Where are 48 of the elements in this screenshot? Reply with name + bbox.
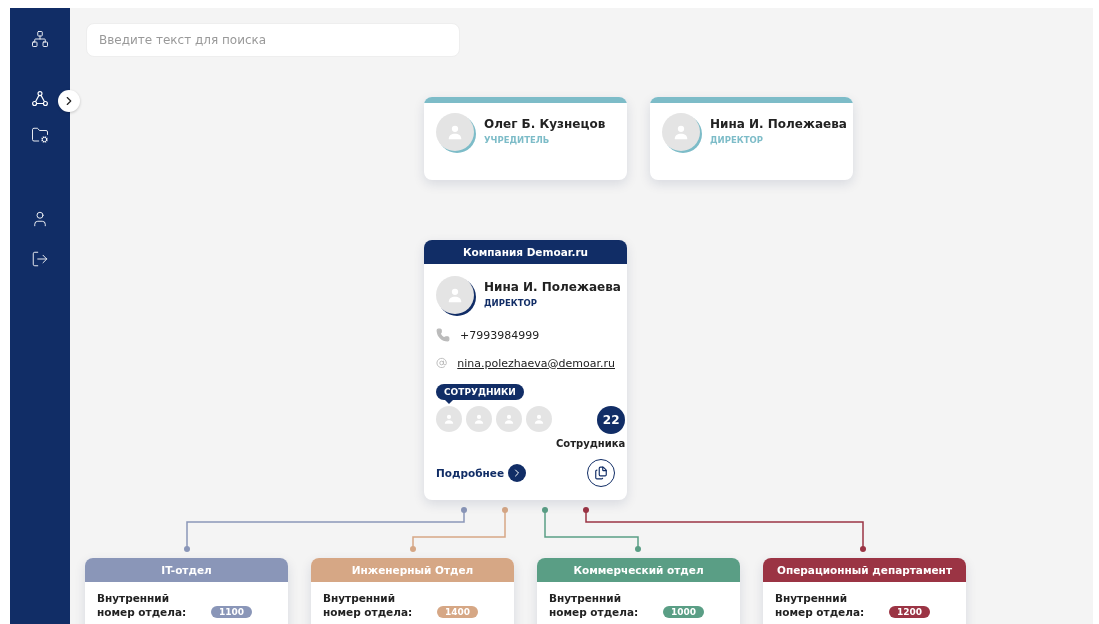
email-link[interactable]: nina.polezhaeva@demoar.ru: [457, 356, 615, 370]
employee-count: 22: [597, 406, 626, 434]
department-title: IT-отдел: [85, 558, 288, 582]
documents-button[interactable]: [587, 459, 615, 487]
extension-number: 1100: [211, 606, 253, 618]
nodes-icon: [31, 90, 49, 108]
department-card[interactable]: Операционный департамент Внутренний номер отдела: 1200: [763, 558, 966, 624]
more-link[interactable]: Подробнее: [436, 464, 527, 482]
person-icon: [446, 286, 464, 304]
person-icon: [503, 413, 515, 425]
department-card[interactable]: IT-отдел Внутренний номер отдела: 1100: [85, 558, 288, 624]
person-role: ДИРЕКТОР: [484, 298, 538, 308]
person-icon: [672, 123, 690, 141]
department-card[interactable]: Коммерческий отдел Внутренний номер отдела: 1000: [537, 558, 740, 624]
person-icon: [446, 123, 464, 141]
org-chart-icon[interactable]: [31, 30, 49, 48]
extension-number: 1400: [437, 606, 479, 618]
search-field[interactable]: Введите текст для поиска: [86, 23, 460, 57]
user-icon[interactable]: [31, 210, 49, 228]
extension-label: Внутренний номер отдела:: [97, 591, 188, 619]
person-name: Олег Б. Кузнецов: [484, 117, 606, 131]
department-card[interactable]: Инженерный Отдел Внутренний номер отдела: 1400: [311, 558, 514, 624]
person-card[interactable]: Нина И. Полежаева ДИРЕКТОР: [650, 97, 853, 180]
phone-number: +7993984999: [460, 328, 540, 342]
extension-label: Внутренний номер отдела:: [323, 591, 414, 619]
expand-button[interactable]: [58, 90, 80, 112]
person-icon: [473, 413, 485, 425]
company-title: Компания Demoar.ru: [424, 240, 627, 264]
phone-icon: [436, 328, 450, 342]
extension-number: 1200: [889, 606, 931, 618]
extension-number: 1000: [663, 606, 705, 618]
person-name: Нина И. Полежаева: [710, 117, 847, 131]
folder-icon[interactable]: [31, 126, 49, 144]
person-card[interactable]: Олег Б. Кузнецов УЧРЕДИТЕЛЬ: [424, 97, 627, 180]
person-icon: [533, 413, 545, 425]
extension-label: Внутренний номер отдела:: [775, 591, 866, 619]
extension-label: Внутренний номер отдела:: [549, 591, 640, 619]
person-role: ДИРЕКТОР: [710, 135, 764, 145]
person-icon: [443, 413, 455, 425]
person-name: Нина И. Полежаева: [484, 280, 621, 294]
email-icon: [436, 356, 448, 370]
documents-icon: [594, 466, 608, 480]
person-role: УЧРЕДИТЕЛЬ: [484, 135, 551, 145]
employee-caption: Сотрудника: [556, 438, 626, 449]
department-title: Коммерческий отдел: [537, 558, 740, 582]
logout-icon[interactable]: [31, 250, 49, 268]
department-title: Операционный департамент: [763, 558, 966, 582]
department-title: Инженерный Отдел: [311, 558, 514, 582]
